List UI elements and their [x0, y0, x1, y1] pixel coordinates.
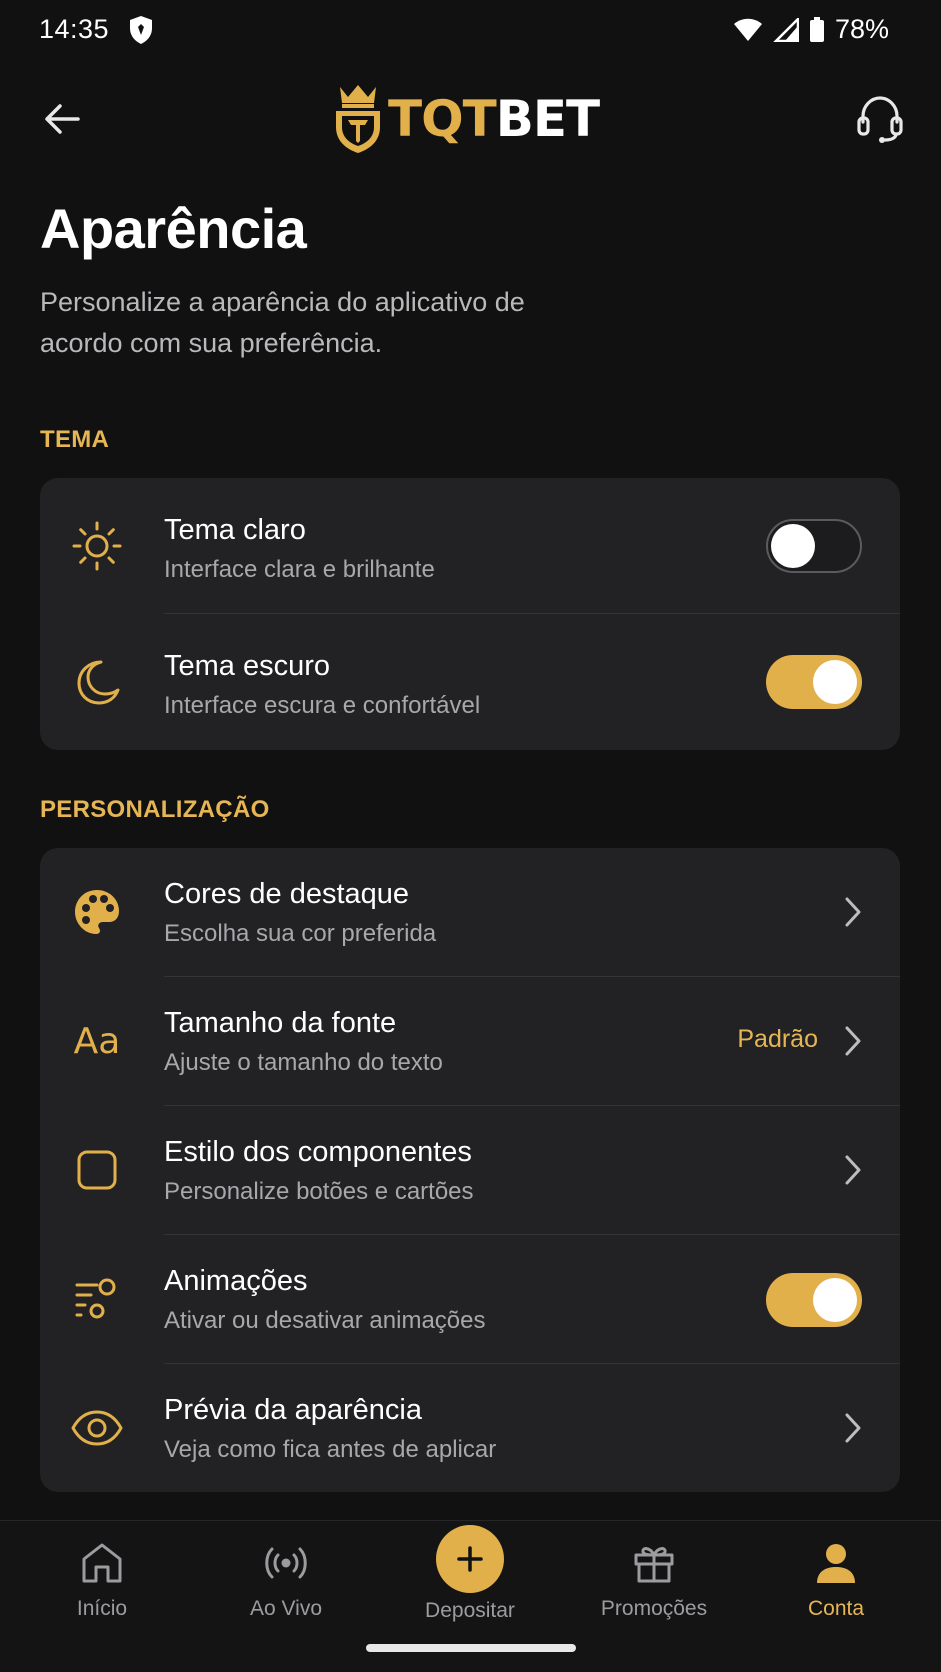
row-accent-colors[interactable]: Cores de destaque Escolha sua cor prefer…	[40, 848, 900, 977]
nav-label: Início	[76, 1597, 128, 1620]
palette-icon	[70, 885, 124, 939]
nav-item-deposit[interactable]: Depositar	[390, 1525, 550, 1639]
nav-item-live[interactable]: Ao Vivo	[206, 1539, 366, 1639]
crown-shield-logo-icon	[336, 85, 380, 153]
row-font-size[interactable]: Aa Tamanho da fonte Ajuste o tamanho do …	[40, 977, 900, 1106]
plus-icon	[457, 1546, 483, 1572]
font-size-icon: Aa	[70, 1014, 124, 1068]
section-label-theme: TEMA	[40, 426, 110, 453]
light-theme-toggle[interactable]	[766, 519, 862, 573]
home-icon	[82, 1543, 122, 1583]
live-broadcast-icon	[265, 1547, 307, 1579]
row-appearance-preview[interactable]: Prévia da aparência Veja como fica antes…	[40, 1364, 900, 1492]
row-title: Prévia da aparência	[164, 1394, 422, 1426]
signal-icon	[773, 17, 799, 42]
dark-theme-toggle[interactable]	[766, 655, 862, 709]
row-description: Ativar ou desativar animações	[164, 1307, 486, 1334]
row-description: Veja como fica antes de aplicar	[164, 1436, 497, 1463]
animations-toggle[interactable]	[766, 1273, 862, 1327]
row-title: Estilo dos componentes	[164, 1136, 472, 1168]
wifi-icon	[733, 18, 762, 41]
toggle-knob	[813, 1278, 857, 1322]
animation-icon	[70, 1272, 124, 1326]
eye-icon	[70, 1401, 124, 1455]
row-description: Ajuste o tamanho do texto	[164, 1049, 443, 1076]
personalization-card: Cores de destaque Escolha sua cor prefer…	[40, 848, 900, 1492]
theme-row-light[interactable]: Tema claro Interface clara e brilhante	[40, 478, 900, 614]
row-description: Personalize botões e cartões	[164, 1178, 474, 1205]
toggle-knob	[813, 660, 857, 704]
nav-item-home[interactable]: Início	[22, 1539, 182, 1639]
moon-icon	[70, 655, 124, 709]
user-icon	[817, 1544, 855, 1583]
chevron-right-icon	[845, 1413, 861, 1443]
battery-icon	[809, 16, 824, 42]
font-size-value: Padrão	[737, 1025, 818, 1053]
page-title: Aparência	[40, 197, 307, 260]
shield-icon	[130, 16, 152, 44]
font-size-icon-text: Aa	[73, 1020, 121, 1062]
nav-label: Conta	[807, 1597, 865, 1620]
sun-icon	[70, 519, 124, 573]
chevron-right-icon	[845, 1155, 861, 1185]
row-title: Tema claro	[164, 514, 306, 546]
row-description: Interface clara e brilhante	[164, 556, 435, 583]
app-header: TQT BET	[0, 64, 941, 174]
chevron-right-icon	[845, 897, 861, 927]
toggle-knob	[771, 524, 815, 568]
row-title: Tamanho da fonte	[164, 1007, 397, 1039]
home-indicator[interactable]	[366, 1644, 576, 1652]
status-right-group: 78%	[733, 14, 889, 45]
page-subtitle: Personalize a aparência do aplicativo de…	[40, 287, 525, 358]
arrow-left-icon[interactable]	[38, 94, 88, 144]
gift-icon	[634, 1547, 674, 1583]
theme-card: Tema claro Interface clara e brilhante T…	[40, 478, 900, 750]
nav-item-promotions[interactable]: Promoções	[574, 1539, 734, 1639]
row-description: Escolha sua cor preferida	[164, 920, 437, 947]
nav-label: Ao Vivo	[250, 1597, 322, 1620]
status-time: 14:35	[39, 14, 110, 44]
deposit-button[interactable]	[436, 1525, 504, 1593]
row-title: Tema escuro	[164, 650, 331, 682]
row-description: Interface escura e confortável	[164, 692, 481, 719]
logo-text-tqt: TQT	[388, 90, 497, 148]
row-title: Animações	[164, 1265, 308, 1297]
row-animations[interactable]: Animações Ativar ou desativar animações	[40, 1235, 900, 1364]
row-title: Cores de destaque	[164, 878, 410, 910]
nav-label: Promoções	[600, 1597, 708, 1620]
chevron-right-icon	[845, 1026, 861, 1056]
brand-logo: TQT BET	[332, 74, 600, 164]
row-component-style[interactable]: Estilo dos componentes Personalize botõe…	[40, 1106, 900, 1235]
nav-label: Depositar	[425, 1599, 515, 1622]
rounded-square-icon	[70, 1143, 124, 1197]
battery-percentage: 78%	[834, 14, 889, 44]
status-bar: 14:35 78%	[0, 0, 941, 64]
logo-text-bet: BET	[495, 90, 600, 148]
theme-row-dark[interactable]: Tema escuro Interface escura e confortáv…	[40, 614, 900, 750]
section-label-personalization: PERSONALIZAÇÃO	[40, 796, 270, 823]
headset-icon[interactable]	[855, 92, 905, 144]
appearance-screen: 14:35 78% TQT BET Aparência Personalize …	[0, 0, 941, 1672]
nav-item-account[interactable]: Conta	[756, 1539, 916, 1639]
